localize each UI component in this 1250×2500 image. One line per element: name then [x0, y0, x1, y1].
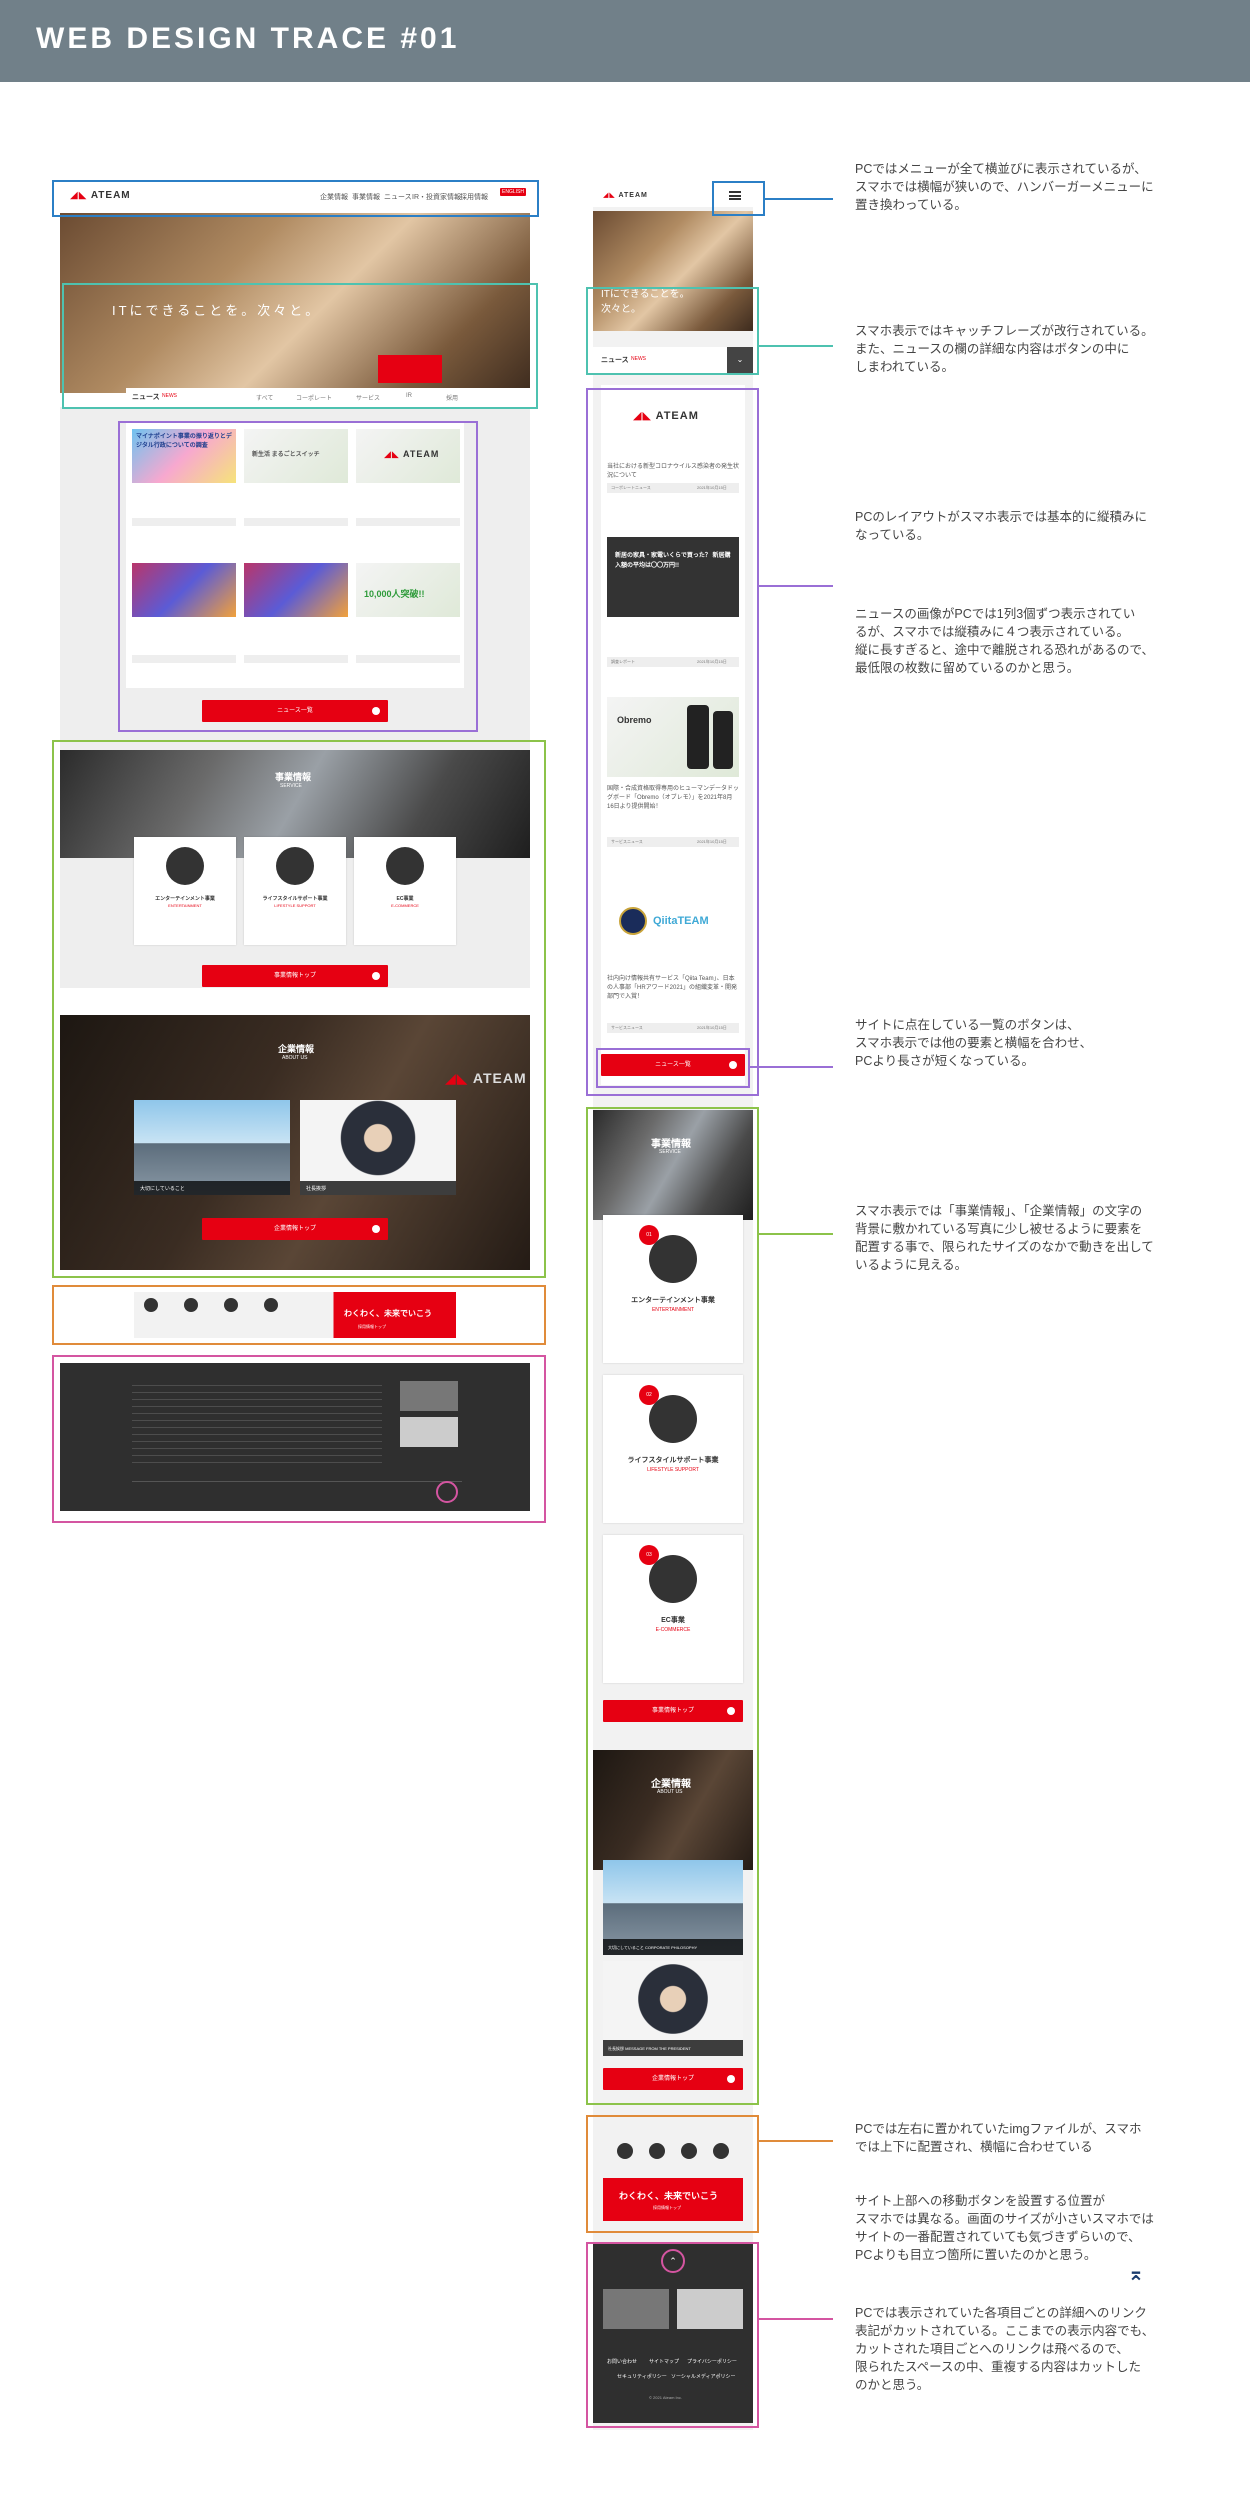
annotation-note: スマホ表示ではキャッチフレーズが改行されている。 また、ニュースの欄の詳細な内容は…: [855, 324, 1154, 374]
annotation-note: PCのレイアウトがスマホ表示では基本的に縦積みに なっている。: [855, 510, 1147, 542]
sp-frame-news: [586, 388, 759, 1096]
pc-frame-footer: [52, 1355, 546, 1523]
pc-frame-news: [118, 421, 478, 732]
pagetop-icon: ⌅: [1127, 2263, 1145, 2285]
sp-frame-recruit: [586, 2115, 759, 2233]
pc-frame-nav: [52, 180, 539, 217]
leader-line: [759, 1233, 833, 1235]
sp-frame-news-button: [596, 1048, 750, 1088]
leader-line: [759, 2140, 833, 2142]
pc-frame-hero: [62, 283, 538, 409]
leader-line: [759, 585, 833, 587]
annotation-note: PCでは表示されていた各項目ごとの詳細へのリンク 表記がカットされている。ここまで…: [855, 2306, 1155, 2392]
annotation-note: スマホ表示では「事業情報」、「企業情報」の文字の 背景に敷かれている写真に少し被せ…: [855, 1204, 1154, 1272]
sp-frame-service: [586, 1107, 759, 2105]
leader-line: [759, 2318, 833, 2320]
leader-line: [765, 198, 833, 200]
pc-frame-service: [52, 740, 546, 1278]
page-header: WEB DESIGN TRACE #01: [0, 0, 1250, 82]
page-title: WEB DESIGN TRACE #01: [36, 22, 460, 55]
annotation-note: サイトに点在している一覧のボタンは、 スマホ表示では他の要素と横幅を合わせ、 PCよ…: [855, 1018, 1093, 1068]
annotation-note: ニュースの画像がPCでは1列3個ずつ表示されてい るが、スマホでは縦積みに４つ表示…: [855, 607, 1155, 675]
annotation-note: PCではメニューが全て横並びに表示されているが、 スマホでは横幅が狭いので、ハンバ…: [855, 162, 1154, 212]
annotation-note: PCでは左右に置かれていたimgファイルが、スマホ では上下に配置され、横幅に合わ…: [855, 2122, 1142, 2154]
sp-frame-footer: [586, 2242, 759, 2428]
sp-frame-hero: [586, 287, 759, 375]
sp-frame-menu: [712, 181, 765, 216]
annotation-note: サイト上部への移動ボタンを設置する位置が スマホでは異なる。画面のサイズが小さいス…: [855, 2194, 1154, 2262]
pc-frame-recruit: [52, 1285, 546, 1345]
sp-logo[interactable]: ◢◣ ATEAM: [603, 191, 648, 199]
leader-line: [759, 345, 833, 347]
leader-line: [750, 1066, 833, 1068]
